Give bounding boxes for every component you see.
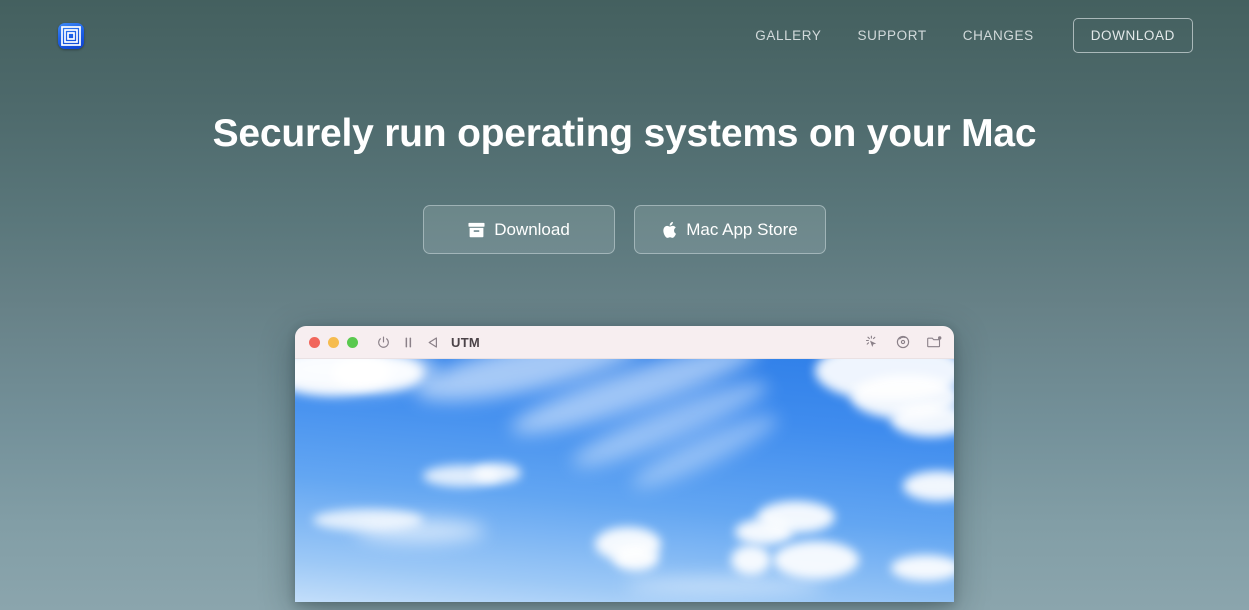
nav-link-gallery[interactable]: GALLERY	[737, 19, 839, 52]
hero-mac-app-store-button-label: Mac App Store	[686, 219, 798, 239]
hero-mac-app-store-button[interactable]: Mac App Store	[634, 205, 826, 255]
minimize-window-icon[interactable]	[328, 336, 339, 348]
page-title: Securely run operating systems on your M…	[212, 112, 1037, 155]
vm-titlebar: UTM	[295, 326, 954, 360]
nav-download-button[interactable]: DOWNLOAD	[1072, 18, 1193, 53]
hero-section: Securely run operating systems on your M…	[0, 71, 1249, 603]
vm-toolbar-left	[377, 336, 439, 349]
cloud-puff	[731, 545, 771, 576]
capture-input-cursor-icon[interactable]	[865, 335, 879, 349]
utm-concentric-squares-logo-icon	[58, 22, 84, 49]
shared-folder-icon[interactable]	[927, 335, 942, 349]
hero-action-buttons: Download Mac App Store	[0, 205, 1249, 255]
cloud-puff	[773, 541, 859, 580]
close-window-icon[interactable]	[309, 336, 320, 348]
cloud-puff	[313, 509, 423, 532]
hero-screenshot-wrapper: UTM	[0, 326, 1249, 603]
vm-toolbar-right	[865, 335, 942, 349]
power-icon[interactable]	[377, 336, 390, 349]
disc-drive-icon[interactable]	[896, 335, 910, 349]
vm-screen-sky-wallpaper[interactable]	[295, 359, 954, 603]
pause-icon[interactable]	[403, 336, 414, 349]
site-header: GALLERY SUPPORT CHANGES DOWNLOAD	[0, 0, 1249, 71]
cloud-puff	[473, 463, 521, 484]
nav-link-support[interactable]: SUPPORT	[840, 19, 945, 52]
cloud-puff	[891, 555, 954, 582]
hero-download-button[interactable]: Download	[423, 205, 615, 255]
traffic-lights	[309, 336, 358, 348]
cloud-puff	[331, 359, 423, 392]
cloud-puff	[735, 519, 793, 546]
vm-window-title: UTM	[451, 334, 481, 350]
main-navigation: GALLERY SUPPORT CHANGES DOWNLOAD	[737, 18, 1193, 53]
cloud-puff	[613, 545, 659, 572]
cloud-puff	[891, 403, 954, 438]
apple-logo-icon	[662, 221, 677, 239]
cloud-puff	[903, 471, 954, 502]
play-triangle-icon[interactable]	[427, 336, 439, 349]
nav-link-changes[interactable]: CHANGES	[945, 19, 1052, 52]
brand-logo-link[interactable]	[58, 22, 84, 49]
archive-box-icon	[468, 222, 485, 238]
cloud-wisp	[625, 577, 825, 596]
zoom-window-icon[interactable]	[347, 336, 358, 348]
vm-window: UTM	[295, 326, 954, 603]
hero-download-button-label: Download	[494, 219, 570, 239]
